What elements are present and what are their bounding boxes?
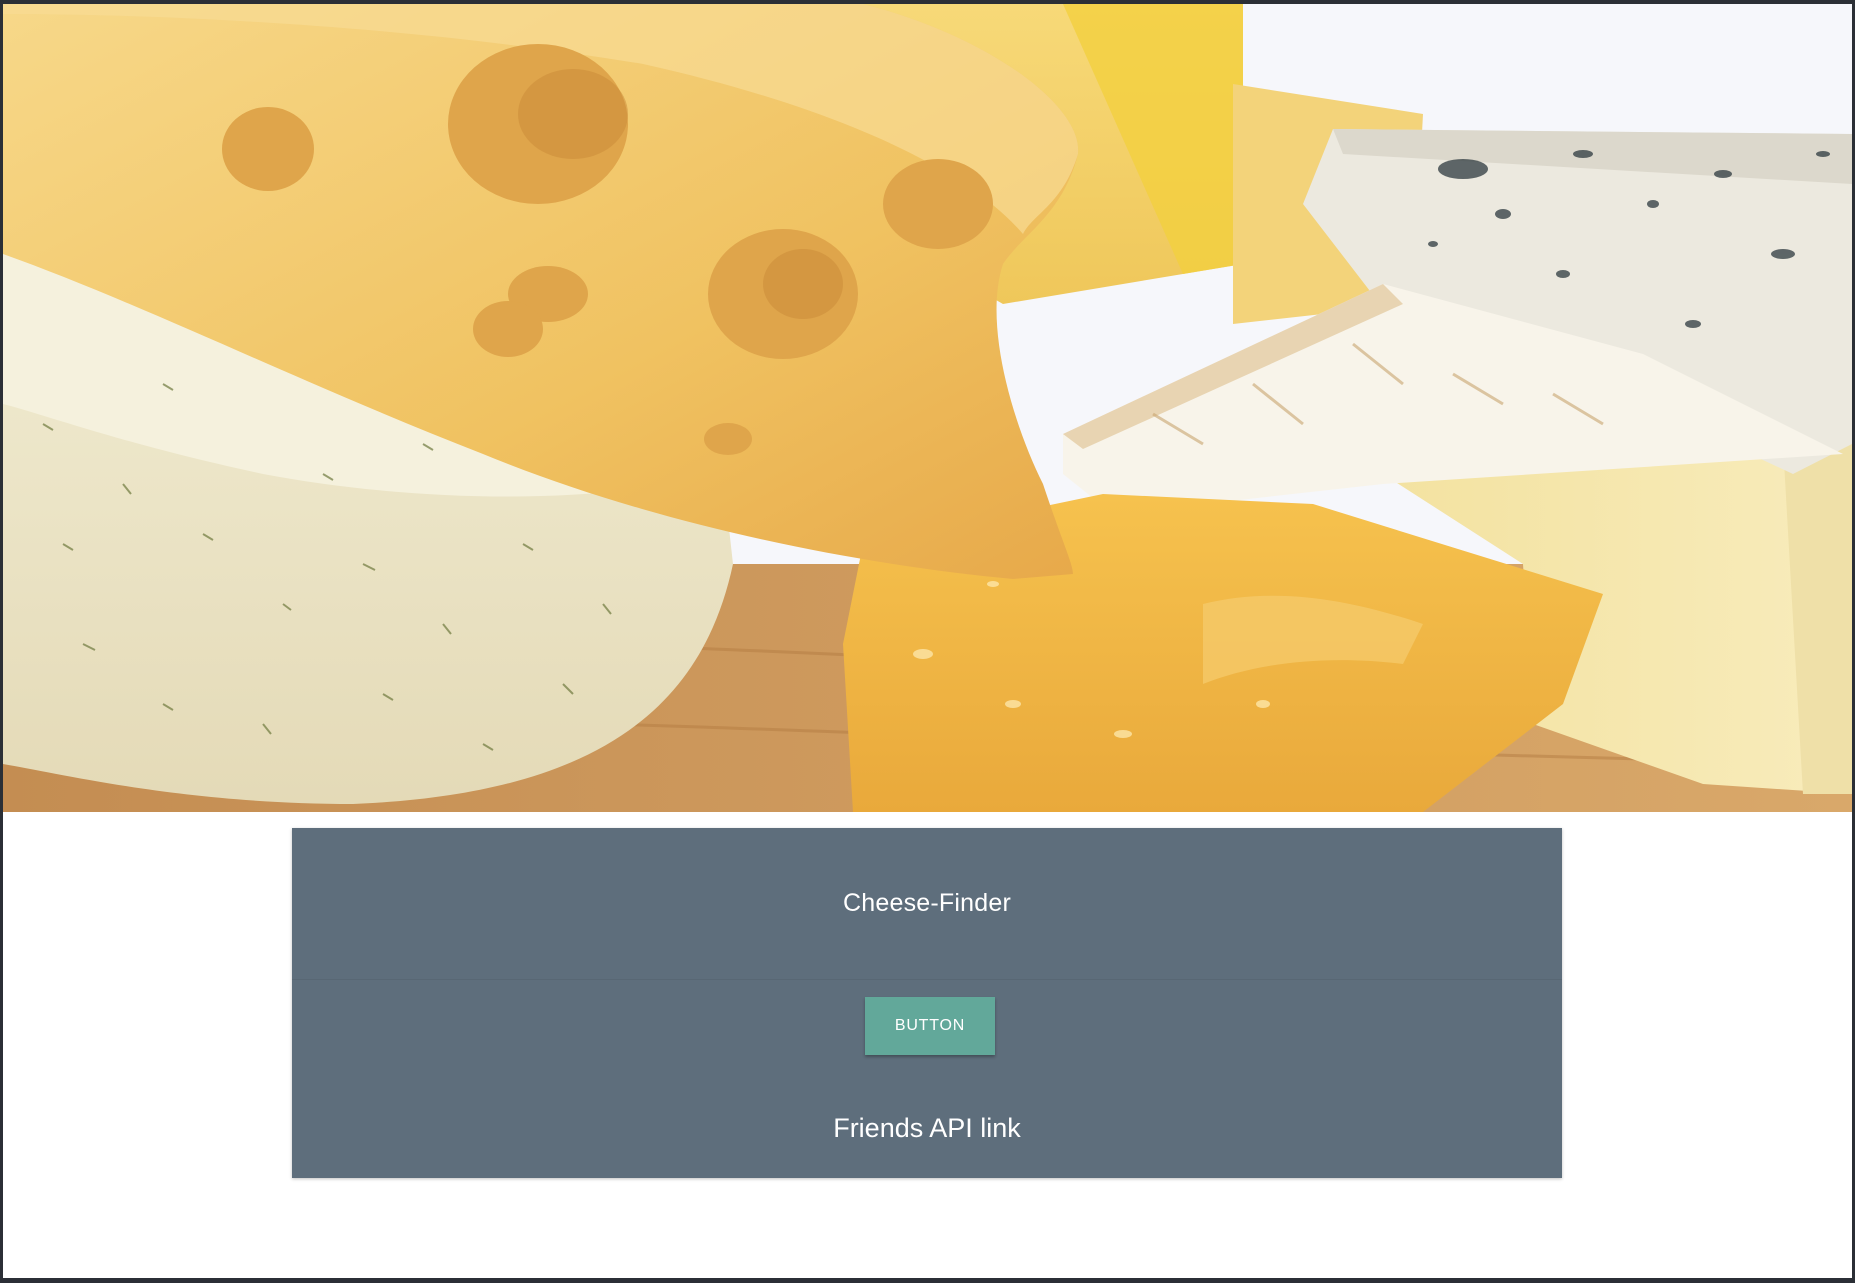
friends-api-link[interactable]: Friends API link (292, 1113, 1562, 1144)
hero-banner (3, 4, 1852, 812)
card-body: Button Friends API link (292, 980, 1562, 1178)
cheese-platter-image (3, 4, 1852, 812)
app-window: Cheese-Finder Button Friends API link (3, 4, 1852, 1278)
cheese-finder-card: Cheese-Finder Button Friends API link (292, 828, 1562, 1178)
card-header: Cheese-Finder (292, 828, 1562, 980)
action-button[interactable]: Button (865, 997, 995, 1055)
card-title: Cheese-Finder (843, 889, 1011, 917)
